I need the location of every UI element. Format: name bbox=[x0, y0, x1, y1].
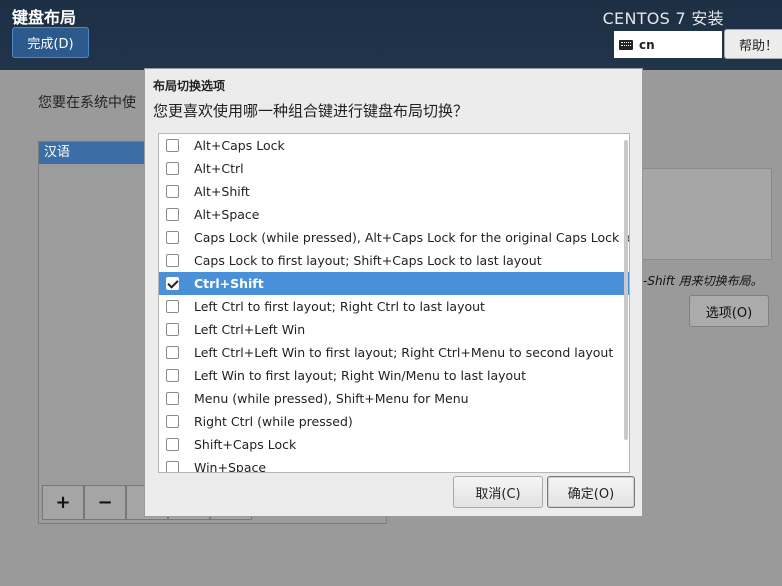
done-button[interactable]: 完成(D) bbox=[12, 27, 89, 58]
dialog-title: 布局切换选项 bbox=[153, 79, 226, 93]
option-label: Ctrl+Shift bbox=[194, 276, 264, 291]
layout-test-area bbox=[640, 168, 772, 260]
option-checkbox[interactable] bbox=[166, 277, 179, 290]
option-checkbox[interactable] bbox=[166, 139, 179, 152]
option-label: Left Ctrl+Left Win bbox=[194, 322, 306, 337]
option-label: Menu (while pressed), Shift+Menu for Men… bbox=[194, 391, 469, 406]
scrollbar-thumb[interactable] bbox=[624, 140, 628, 440]
option-checkbox[interactable] bbox=[166, 185, 179, 198]
layout-switching-dialog: 布局切换选项 您更喜欢使用哪一种组合键进行键盘布局切换？ Alt+Caps Lo… bbox=[144, 68, 643, 517]
option-row[interactable]: Menu (while pressed), Shift+Menu for Men… bbox=[159, 387, 629, 410]
option-row[interactable]: Left Ctrl to first layout; Right Ctrl to… bbox=[159, 295, 629, 318]
option-label: Alt+Space bbox=[194, 207, 260, 222]
option-row[interactable]: Alt+Shift bbox=[159, 180, 629, 203]
option-row[interactable]: Alt+Ctrl bbox=[159, 157, 629, 180]
option-checkbox[interactable] bbox=[166, 461, 179, 472]
option-label: Left Ctrl+Left Win to first layout; Righ… bbox=[194, 345, 614, 360]
option-label: Caps Lock (while pressed), Alt+Caps Lock… bbox=[194, 230, 630, 245]
option-checkbox[interactable] bbox=[166, 346, 179, 359]
option-label: Left Ctrl to first layout; Right Ctrl to… bbox=[194, 299, 485, 314]
option-row[interactable]: Win+Space bbox=[159, 456, 629, 473]
remove-layout-button[interactable]: − bbox=[84, 485, 126, 520]
options-button[interactable]: 选项(O) bbox=[689, 295, 769, 327]
option-checkbox[interactable] bbox=[166, 208, 179, 221]
cancel-button[interactable]: 取消(C) bbox=[453, 476, 543, 508]
options-list[interactable]: Alt+Caps Lock Alt+Ctrl Alt+Shift Alt+Space C… bbox=[158, 133, 630, 473]
option-label: Right Ctrl (while pressed) bbox=[194, 414, 353, 429]
keyboard-layout-code: cn bbox=[639, 37, 655, 52]
option-checkbox[interactable] bbox=[166, 438, 179, 451]
option-checkbox[interactable] bbox=[166, 415, 179, 428]
page-title: 键盘布局 bbox=[12, 8, 77, 27]
option-label: Shift+Caps Lock bbox=[194, 437, 297, 452]
option-checkbox[interactable] bbox=[166, 162, 179, 175]
option-checkbox[interactable] bbox=[166, 392, 179, 405]
option-row[interactable]: Ctrl+Shift bbox=[159, 272, 629, 295]
help-button[interactable]: 帮助！ bbox=[724, 29, 782, 59]
ok-button[interactable]: 确定(O) bbox=[547, 476, 635, 508]
dialog-question: 您更喜欢使用哪一种组合键进行键盘布局切换？ bbox=[153, 102, 469, 120]
keyboard-layout-indicator[interactable]: cn bbox=[614, 31, 722, 58]
options-scrollbar[interactable] bbox=[623, 134, 629, 472]
option-row[interactable]: Caps Lock to first layout; Shift+Caps Lo… bbox=[159, 249, 629, 272]
header-bar: 键盘布局 完成(D) CENTOS 7 安装 cn 帮助！ bbox=[0, 0, 782, 70]
option-row[interactable]: Left Win to first layout; Right Win/Menu… bbox=[159, 364, 629, 387]
option-label: Alt+Ctrl bbox=[194, 161, 244, 176]
switch-hint: -Shift 用来切换布局。 bbox=[643, 274, 763, 288]
option-checkbox[interactable] bbox=[166, 231, 179, 244]
option-row[interactable]: Alt+Space bbox=[159, 203, 629, 226]
option-checkbox[interactable] bbox=[166, 323, 179, 336]
option-label: Alt+Caps Lock bbox=[194, 138, 285, 153]
product-title: CENTOS 7 安装 bbox=[602, 9, 724, 28]
layout-prompt: 您要在系统中使 bbox=[38, 95, 136, 111]
option-checkbox[interactable] bbox=[166, 254, 179, 267]
option-row[interactable]: Shift+Caps Lock bbox=[159, 433, 629, 456]
option-row[interactable]: Left Ctrl+Left Win bbox=[159, 318, 629, 341]
option-checkbox[interactable] bbox=[166, 369, 179, 382]
option-row[interactable]: Left Ctrl+Left Win to first layout; Righ… bbox=[159, 341, 629, 364]
add-layout-button[interactable]: + bbox=[42, 485, 84, 520]
option-label: Win+Space bbox=[194, 460, 267, 473]
option-row[interactable]: Right Ctrl (while pressed) bbox=[159, 410, 629, 433]
option-label: Caps Lock to first layout; Shift+Caps Lo… bbox=[194, 253, 542, 268]
option-checkbox[interactable] bbox=[166, 300, 179, 313]
option-row[interactable]: Caps Lock (while pressed), Alt+Caps Lock… bbox=[159, 226, 629, 249]
option-label: Left Win to first layout; Right Win/Menu… bbox=[194, 368, 526, 383]
keyboard-icon bbox=[619, 39, 633, 50]
option-row[interactable]: Alt+Caps Lock bbox=[159, 134, 629, 157]
option-label: Alt+Shift bbox=[194, 184, 250, 199]
